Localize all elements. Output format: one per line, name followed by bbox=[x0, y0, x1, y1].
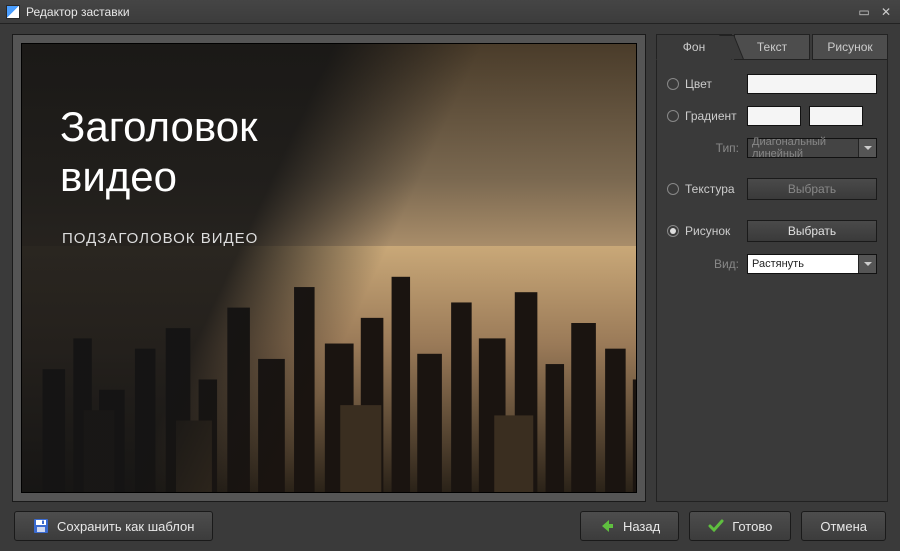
background-panel: Цвет Градиент Тип: Диагональный линейный bbox=[656, 60, 888, 502]
row-image: Рисунок Выбрать bbox=[667, 220, 877, 242]
row-texture: Текстура Выбрать bbox=[667, 178, 877, 200]
gradient-swatch-1[interactable] bbox=[747, 106, 801, 126]
preview-subtitle: ПОДЗАГОЛОВОК ВИДЕО bbox=[62, 230, 258, 247]
title-line-2: видео bbox=[60, 153, 177, 200]
radio-image[interactable] bbox=[667, 225, 679, 237]
image-option[interactable]: Рисунок bbox=[667, 224, 739, 238]
fit-label: Вид: bbox=[667, 257, 739, 271]
chevron-down-icon bbox=[858, 255, 876, 273]
cancel-button[interactable]: Отмена bbox=[801, 511, 886, 541]
row-gradient: Градиент bbox=[667, 106, 877, 126]
window-title: Редактор заставки bbox=[26, 5, 850, 19]
main-area: Заголовок видео ПОДЗАГОЛОВОК ВИДЕО Фон Т… bbox=[0, 24, 900, 502]
row-gradient-type: Тип: Диагональный линейный bbox=[667, 138, 877, 158]
done-button[interactable]: Готово bbox=[689, 511, 791, 541]
gradient-swatch-2[interactable] bbox=[809, 106, 863, 126]
image-choose-button[interactable]: Выбрать bbox=[747, 220, 877, 242]
arrow-left-icon bbox=[599, 518, 615, 534]
tab-image[interactable]: Рисунок bbox=[812, 34, 888, 60]
preview-title: Заголовок видео bbox=[60, 102, 257, 201]
texture-option[interactable]: Текстура bbox=[667, 182, 739, 196]
color-label: Цвет bbox=[685, 77, 712, 91]
radio-gradient[interactable] bbox=[667, 110, 679, 122]
color-swatch[interactable] bbox=[747, 74, 877, 94]
minimize-button[interactable]: ▭ bbox=[856, 5, 872, 19]
back-button[interactable]: Назад bbox=[580, 511, 679, 541]
radio-color[interactable] bbox=[667, 78, 679, 90]
radio-texture[interactable] bbox=[667, 183, 679, 195]
gradient-label: Градиент bbox=[685, 109, 737, 123]
back-label: Назад bbox=[623, 519, 660, 534]
image-label: Рисунок bbox=[685, 224, 730, 238]
color-option[interactable]: Цвет bbox=[667, 77, 739, 91]
type-label: Тип: bbox=[667, 141, 739, 155]
texture-choose-button[interactable]: Выбрать bbox=[747, 178, 877, 200]
gradient-option[interactable]: Градиент bbox=[667, 109, 739, 123]
chevron-down-icon bbox=[858, 139, 876, 157]
gradient-type-value: Диагональный линейный bbox=[752, 136, 872, 160]
footer: Сохранить как шаблон Назад Готово Отмена bbox=[0, 502, 900, 550]
done-label: Готово bbox=[732, 519, 772, 534]
texture-label: Текстура bbox=[685, 182, 735, 196]
gradient-type-select[interactable]: Диагональный линейный bbox=[747, 138, 877, 158]
preview-frame: Заголовок видео ПОДЗАГОЛОВОК ВИДЕО bbox=[12, 34, 646, 502]
check-icon bbox=[708, 518, 724, 534]
cancel-label: Отмена bbox=[820, 519, 867, 534]
save-icon bbox=[33, 518, 49, 534]
tab-background[interactable]: Фон bbox=[656, 34, 732, 60]
save-template-label: Сохранить как шаблон bbox=[57, 519, 194, 534]
tabs: Фон Текст Рисунок bbox=[656, 34, 888, 60]
fit-value: Растянуть bbox=[752, 258, 804, 270]
preview-canvas[interactable]: Заголовок видео ПОДЗАГОЛОВОК ВИДЕО bbox=[21, 43, 637, 493]
titlebar: Редактор заставки ▭ ✕ bbox=[0, 0, 900, 24]
title-line-1: Заголовок bbox=[60, 103, 257, 150]
app-icon bbox=[6, 5, 20, 19]
row-color: Цвет bbox=[667, 74, 877, 94]
save-template-button[interactable]: Сохранить как шаблон bbox=[14, 511, 213, 541]
fit-select[interactable]: Растянуть bbox=[747, 254, 877, 274]
side-panel: Фон Текст Рисунок Цвет Градиент bbox=[656, 34, 888, 502]
row-fit: Вид: Растянуть bbox=[667, 254, 877, 274]
close-button[interactable]: ✕ bbox=[878, 5, 894, 19]
tab-text[interactable]: Текст bbox=[734, 34, 810, 60]
